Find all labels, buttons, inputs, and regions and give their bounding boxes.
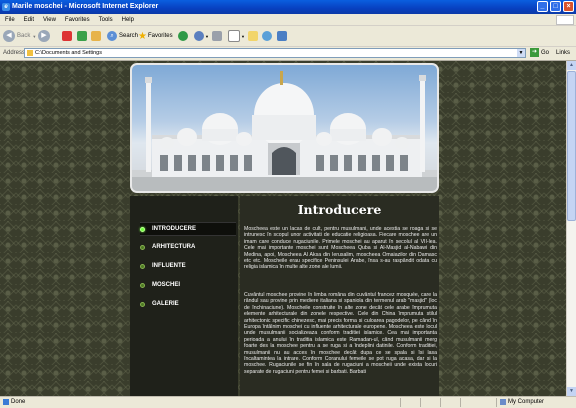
back-dropdown-icon: ▼	[32, 33, 37, 39]
computer-icon	[500, 399, 506, 405]
history-icon	[194, 31, 204, 41]
status-divider	[496, 398, 497, 407]
maximize-button[interactable]: □	[550, 1, 561, 12]
folder-button[interactable]	[248, 29, 258, 43]
messenger-button[interactable]	[262, 29, 272, 43]
nav-item-galerie[interactable]: GALERIE	[140, 298, 236, 310]
toolbar: ◀ Back ▼ ▶ ⌕ Search ★ Favorites ▼ ▼	[0, 26, 576, 47]
address-input[interactable]: C:\Documents and Settings ▼	[24, 48, 526, 58]
address-dropdown-icon[interactable]: ▼	[517, 49, 525, 57]
home-icon	[91, 31, 101, 41]
menu-file[interactable]: File	[5, 17, 15, 23]
menu-tools[interactable]: Tools	[99, 17, 113, 23]
media-icon	[178, 31, 188, 41]
window-controls: _ □ ×	[537, 1, 574, 12]
scroll-up-icon[interactable]: ▲	[567, 61, 576, 70]
menu-help[interactable]: Help	[122, 17, 134, 23]
back-arrow-icon: ◀	[3, 30, 15, 42]
bullet-icon	[140, 226, 145, 232]
star-icon: ★	[138, 30, 147, 42]
folder-icon	[248, 31, 258, 41]
status-divider	[460, 398, 461, 407]
bullet-icon	[140, 282, 145, 288]
nav-item-influente[interactable]: INFLUENTE	[140, 260, 236, 272]
go-arrow-icon: ➜	[530, 48, 539, 57]
intro-paragraph-2: Cuvântul moschee provine în limba româna…	[244, 292, 437, 375]
page-viewport: INTRODUCERE ARHITECTURA INFLUENTE MOSCHE…	[0, 61, 566, 396]
refresh-icon	[77, 31, 87, 41]
stop-button[interactable]	[62, 29, 72, 43]
main-content: Introducere Moscheea este un lacas de cu…	[240, 196, 439, 396]
go-button[interactable]: ➜ Go	[530, 48, 549, 57]
nav-item-moschei[interactable]: MOSCHEI	[140, 279, 236, 291]
research-icon	[277, 31, 287, 41]
messenger-icon	[262, 31, 272, 41]
edit-button[interactable]: ▼	[228, 29, 245, 43]
search-button[interactable]: ⌕ Search	[107, 29, 138, 43]
bullet-icon	[140, 301, 145, 307]
close-button[interactable]: ×	[563, 1, 574, 12]
status-divider	[420, 398, 421, 407]
media-button[interactable]	[178, 29, 188, 43]
history-button[interactable]: ▼	[194, 29, 209, 43]
window-title: Marile moschei - Microsoft Internet Expl…	[12, 3, 159, 10]
links-button[interactable]: Links	[556, 50, 570, 56]
refresh-button[interactable]	[77, 29, 87, 43]
nav-item-arhitectura[interactable]: ARHITECTURA	[140, 241, 236, 253]
page-icon	[3, 399, 9, 405]
vertical-scrollbar[interactable]: ▲ ▼	[566, 61, 576, 396]
mosque-illustration	[132, 71, 437, 191]
search-icon: ⌕	[107, 31, 117, 41]
address-bar: Address C:\Documents and Settings ▼ ➜ Go…	[0, 47, 576, 61]
title-bar: e Marile moschei - Microsoft Internet Ex…	[0, 0, 576, 14]
print-button[interactable]	[212, 29, 222, 43]
security-zone: My Computer	[500, 399, 544, 405]
menu-bar: File Edit View Favorites Tools Help	[0, 14, 576, 26]
side-navigation: INTRODUCERE ARHITECTURA INFLUENTE MOSCHE…	[130, 196, 238, 396]
address-label: Address	[3, 50, 26, 56]
stop-icon	[62, 31, 72, 41]
forward-arrow-icon: ▶	[38, 30, 50, 42]
edit-icon	[228, 30, 240, 42]
nav-item-introducere[interactable]: INTRODUCERE	[140, 222, 236, 236]
folder-icon	[27, 50, 33, 56]
back-button[interactable]: ◀ Back ▼	[3, 29, 36, 43]
favorites-button[interactable]: ★ Favorites	[138, 29, 173, 43]
edit-dropdown-icon: ▼	[241, 33, 245, 39]
menu-favorites[interactable]: Favorites	[65, 17, 90, 23]
scroll-down-icon[interactable]: ▼	[567, 387, 576, 396]
scrollbar-thumb[interactable]	[567, 71, 576, 221]
bullet-icon	[140, 244, 145, 250]
forward-button[interactable]: ▶	[38, 29, 50, 43]
menu-edit[interactable]: Edit	[24, 17, 34, 23]
status-divider	[440, 398, 441, 407]
windows-logo-icon	[556, 15, 574, 25]
ie-icon: e	[2, 3, 10, 11]
mosque-header-image	[130, 63, 439, 193]
home-button[interactable]	[91, 29, 101, 43]
research-button[interactable]	[277, 29, 287, 43]
address-value: C:\Documents and Settings	[35, 50, 102, 56]
status-bar: Done My Computer	[0, 396, 576, 408]
intro-paragraph-1: Moscheea este un lacas de cult, pentru m…	[244, 226, 437, 271]
status-divider	[400, 398, 401, 407]
minimize-button[interactable]: _	[537, 1, 548, 12]
print-icon	[212, 31, 222, 41]
menu-view[interactable]: View	[43, 17, 56, 23]
status-done: Done	[3, 399, 25, 405]
page-heading: Introducere	[297, 202, 382, 217]
bullet-icon	[140, 263, 145, 269]
history-dropdown-icon: ▼	[205, 33, 209, 39]
